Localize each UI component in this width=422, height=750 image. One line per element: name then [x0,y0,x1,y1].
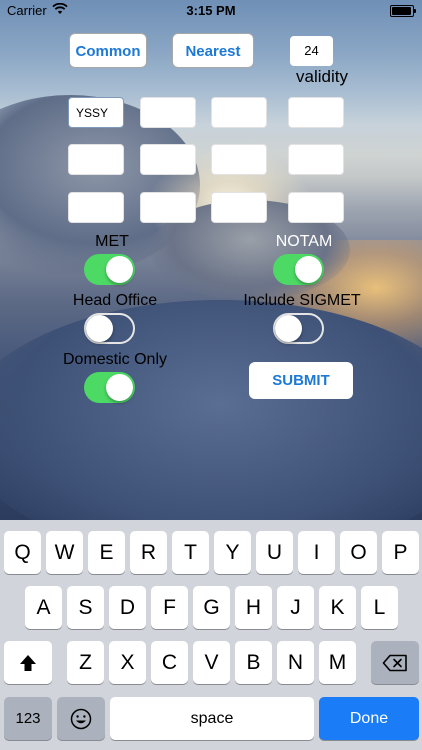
key-g[interactable]: G [193,586,230,629]
key-k[interactable]: K [319,586,356,629]
location-code-field[interactable]: YSSY [68,97,124,128]
key-w[interactable]: W [46,531,83,574]
location-code-field[interactable] [211,97,267,128]
location-code-field[interactable] [140,192,196,223]
key-b[interactable]: B [235,641,272,684]
key-u[interactable]: U [256,531,293,574]
key-d[interactable]: D [109,586,146,629]
head-office-label: Head Office [72,292,158,309]
key-f[interactable]: F [151,586,188,629]
location-code-field[interactable] [68,192,124,223]
key-x[interactable]: X [109,641,146,684]
key-a[interactable]: A [25,586,62,629]
validity-label: validity [296,67,348,86]
location-code-field[interactable] [140,97,196,128]
shift-arrow-icon [20,654,36,671]
status-time: 3:15 PM [186,3,236,18]
location-code-field[interactable] [288,97,344,128]
key-e[interactable]: E [88,531,125,574]
key-j[interactable]: J [277,586,314,629]
numbers-key[interactable]: 123 [4,697,52,740]
key-m[interactable]: M [319,641,356,684]
key-n[interactable]: N [277,641,314,684]
key-c[interactable]: C [151,641,188,684]
location-code-field[interactable] [288,192,344,223]
key-t[interactable]: T [172,531,209,574]
key-s[interactable]: S [67,586,104,629]
domestic-only-label: Domestic Only [62,351,168,368]
met-label: MET [95,233,129,250]
key-i[interactable]: I [298,531,335,574]
space-key[interactable]: space [110,697,314,740]
key-h[interactable]: H [235,586,272,629]
key-o[interactable]: O [340,531,377,574]
notam-toggle[interactable] [273,254,324,285]
include-sigmet-toggle[interactable] [273,313,324,344]
key-l[interactable]: L [361,586,398,629]
done-key[interactable]: Done [319,697,419,740]
backspace-key[interactable] [371,641,419,684]
include-sigmet-label: Include SIGMET [243,292,361,309]
common-button[interactable]: Common [69,33,147,68]
domestic-only-toggle[interactable] [84,372,135,403]
notam-label: NOTAM [275,233,333,250]
location-code-field[interactable] [288,144,344,175]
location-code-field[interactable] [68,144,124,175]
key-z[interactable]: Z [67,641,104,684]
shift-key[interactable] [4,641,52,684]
met-toggle[interactable] [84,254,135,285]
key-y[interactable]: Y [214,531,251,574]
head-office-toggle[interactable] [84,313,135,344]
submit-button[interactable]: SUBMIT [249,362,353,399]
validity-input[interactable]: 24 [290,36,333,66]
location-code-field[interactable] [211,144,267,175]
key-r[interactable]: R [130,531,167,574]
key-q[interactable]: Q [4,531,41,574]
backspace-icon [382,654,407,671]
status-bar: Carrier 3:15 PM [0,0,422,22]
battery-icon [390,5,416,17]
emoji-icon [70,708,92,729]
keyboard: Q W E R T Y U I O P A S D F G H J K L Z … [0,520,422,750]
location-code-field[interactable] [211,192,267,223]
emoji-key[interactable] [57,697,105,740]
key-v[interactable]: V [193,641,230,684]
location-code-field[interactable] [140,144,196,175]
key-p[interactable]: P [382,531,419,574]
nearest-button[interactable]: Nearest [172,33,254,68]
